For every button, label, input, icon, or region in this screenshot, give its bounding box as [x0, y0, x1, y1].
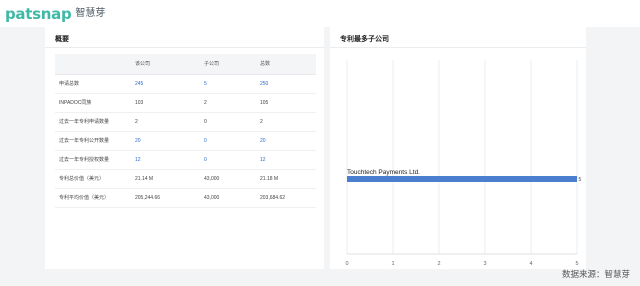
total-value[interactable]: 12: [256, 150, 316, 170]
table-row: 申请总数 245 5 250: [55, 74, 316, 94]
subsidiary-value[interactable]: 5: [200, 74, 256, 94]
column-header-total: 总数: [256, 54, 316, 75]
row-label: INPADOC同族: [55, 93, 131, 113]
table-row: 过去一年专利授权数量 12 0 12: [55, 150, 316, 170]
company-value: 103: [131, 93, 200, 113]
company-value: 205,244.66: [131, 188, 200, 208]
table-row: INPADOC同族 103 2 105: [55, 93, 316, 113]
column-header-company: 该公司: [131, 54, 200, 75]
column-header-metric: [55, 54, 131, 75]
subsidiary-value: 43,000: [200, 169, 256, 189]
top-subsidiaries-title: 专利最多子公司: [340, 36, 389, 43]
patsnap-logo[interactable]: patsnap 智慧芽: [5, 6, 105, 22]
table-row: 专利总价值（美元） 21.14 M 43,000 21.18 M: [55, 169, 316, 189]
company-value[interactable]: 20: [131, 131, 200, 151]
total-value[interactable]: 20: [256, 131, 316, 151]
total-value: 203,684.62: [256, 188, 316, 208]
table-row: 专利平均价值（美元） 205,244.66 43,000 203,684.62: [55, 188, 316, 208]
total-value: 21.18 M: [256, 169, 316, 189]
subsidiary-value[interactable]: 0: [200, 150, 256, 170]
row-label: 过去一年专利公开数量: [55, 131, 131, 151]
summary-header-row: 该公司 子公司 总数: [55, 54, 316, 75]
x-tick-label: 2: [437, 261, 440, 267]
top-bar: patsnap 智慧芽: [0, 0, 640, 27]
summary-title: 概要: [55, 36, 69, 43]
table-row: 过去一年专利公开数量 20 0 20: [55, 131, 316, 151]
x-tick-label: 1: [391, 261, 394, 267]
company-value: 21.14 M: [131, 169, 200, 189]
subsidiary-bar-chart: 0 1 2 3 4 5 Touchtech Payments Ltd. 5: [330, 48, 586, 269]
company-value[interactable]: 12: [131, 150, 200, 170]
x-tick-label: 5: [575, 261, 578, 267]
table-row: 过去一年专利申请数量 2 0 2: [55, 112, 316, 132]
chart-svg: 0 1 2 3 4 5 Touchtech Payments Ltd. 5: [345, 60, 582, 267]
total-value: 105: [256, 93, 316, 113]
row-label: 专利平均价值（美元）: [55, 188, 131, 208]
x-tick-label: 4: [529, 261, 532, 267]
row-label: 过去一年专利申请数量: [55, 112, 131, 132]
summary-table: 该公司 子公司 总数 申请总数 245 5 250 INPADOC同族 103 2 105 过去…: [55, 54, 316, 208]
total-value: 2: [256, 112, 316, 132]
bar-category-label: Touchtech Payments Ltd.: [347, 169, 420, 176]
subsidiary-value: 2: [200, 93, 256, 113]
bar-value-label: 5: [579, 177, 582, 183]
subsidiary-value[interactable]: 0: [200, 131, 256, 151]
column-header-subsidiary: 子公司: [200, 54, 256, 75]
bar: [347, 176, 577, 182]
logo-wordmark: patsnap: [5, 5, 72, 23]
data-source-watermark: 数据来源：智慧芽: [562, 270, 631, 280]
logo-chinese-name: 智慧芽: [75, 8, 106, 19]
summary-divider: [45, 47, 324, 48]
row-label: 专利总价值（美元）: [55, 169, 131, 189]
top-subsidiaries-panel: 专利最多子公司 0 1 2 3 4 5 Touchtech Payments Ltd. 5: [330, 27, 586, 269]
row-label: 过去一年专利授权数量: [55, 150, 131, 170]
total-value[interactable]: 250: [256, 74, 316, 94]
company-value[interactable]: 245: [131, 74, 200, 94]
summary-panel: 概要 该公司 子公司 总数 申请总数 245 5 250 INPADOC同族 103 2 10…: [45, 27, 324, 269]
subsidiary-value: 0: [200, 112, 256, 132]
company-value: 2: [131, 112, 200, 132]
x-tick-label: 3: [483, 261, 486, 267]
x-tick-label: 0: [345, 261, 348, 267]
row-label: 申请总数: [55, 74, 131, 94]
subsidiary-value: 43,000: [200, 188, 256, 208]
